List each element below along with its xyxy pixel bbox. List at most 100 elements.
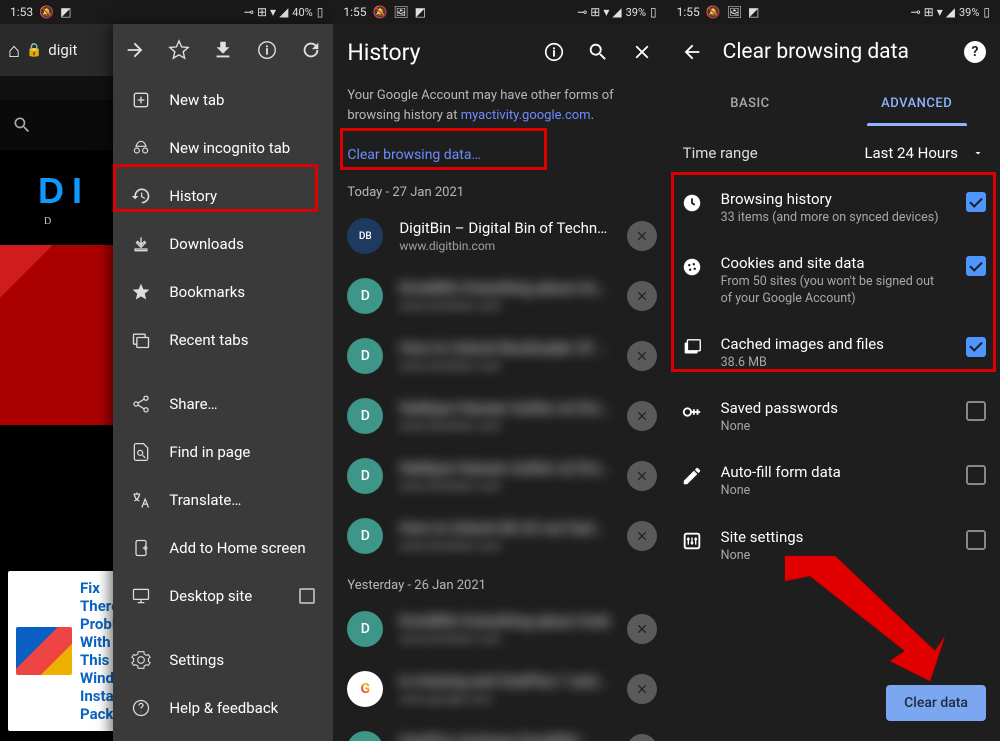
history-item-blurred[interactable]: D Sadique Hassan Author at Droidwww.droi… bbox=[333, 386, 666, 446]
status-time: 1:55 bbox=[343, 5, 366, 19]
section-today: Today - 27 Jan 2021 bbox=[333, 173, 666, 206]
checkbox-on[interactable] bbox=[966, 192, 986, 212]
menu-bookmarks[interactable]: Bookmarks bbox=[113, 268, 333, 316]
desktop-icon bbox=[131, 586, 151, 606]
cast-icon: ⊞ bbox=[257, 5, 267, 19]
row-autofill[interactable]: Auto-fill form dataNone bbox=[667, 449, 1000, 513]
history-notice: Your Google Account may have other forms… bbox=[333, 80, 666, 137]
row-sub: 38.6 MB bbox=[721, 355, 948, 371]
address-bar[interactable]: ⌂ 🔒 digit bbox=[0, 24, 113, 76]
desktop-site-checkbox[interactable] bbox=[299, 588, 315, 604]
menu-desktop-site[interactable]: Desktop site bbox=[113, 572, 333, 620]
signal-icon: ◢ bbox=[279, 5, 288, 19]
menu-find-in-page[interactable]: Find in page bbox=[113, 428, 333, 476]
myactivity-link[interactable]: myactivity.google.com bbox=[461, 108, 591, 123]
site-avatar: G bbox=[347, 671, 383, 707]
menu-label: Help & feedback bbox=[169, 699, 278, 717]
site-avatar: DB bbox=[347, 218, 383, 254]
gear-icon bbox=[131, 650, 151, 670]
history-item-blurred[interactable]: D How to Unlock Mi A3 via FastBootwww.dr… bbox=[333, 506, 666, 566]
section-yesterday: Yesterday - 26 Jan 2021 bbox=[333, 566, 666, 599]
delete-item-button[interactable] bbox=[627, 341, 657, 371]
battery-icon: ▯ bbox=[983, 5, 990, 19]
wifi-icon: ▾ bbox=[270, 5, 276, 19]
digitbin-logo: DI bbox=[0, 170, 113, 212]
home-icon[interactable]: ⌂ bbox=[8, 38, 20, 63]
info-icon[interactable] bbox=[256, 39, 278, 61]
close-icon[interactable] bbox=[631, 41, 653, 63]
clear-data-button[interactable]: Clear data bbox=[886, 685, 986, 721]
history-item[interactable]: DB DigitBin – Digital Bin of Technology … bbox=[333, 206, 666, 266]
history-item-blurred[interactable]: D DroidWin Everything about Andrwww.droi… bbox=[333, 599, 666, 659]
star-icon[interactable] bbox=[168, 39, 190, 61]
history-item-blurred[interactable]: D DroidWin Everything about Androwww.dro… bbox=[333, 266, 666, 326]
article-card[interactable]: Fix There is Problem With This Windows I… bbox=[8, 571, 121, 731]
history-item-blurred[interactable]: D Sadique Hassan Author at Droidwww.droi… bbox=[333, 446, 666, 506]
tab-advanced[interactable]: ADVANCED bbox=[833, 80, 1000, 126]
delete-item-button[interactable] bbox=[627, 461, 657, 491]
phone-1-menu: 1:53 🔕 ◩ ⊸ ⊞ ▾ ◢ 40% ▯ DI D Meet Goo bbox=[0, 0, 333, 741]
bell-off-icon: 🔕 bbox=[706, 5, 721, 19]
help-icon[interactable]: ? bbox=[964, 41, 986, 63]
help-icon bbox=[131, 698, 151, 718]
menu-add-home[interactable]: Add to Home screen bbox=[113, 524, 333, 572]
page-search-bar[interactable] bbox=[0, 100, 113, 150]
delete-item-button[interactable] bbox=[627, 614, 657, 644]
delete-item-button[interactable] bbox=[627, 221, 657, 251]
checkbox-off[interactable] bbox=[966, 401, 986, 421]
row-browsing-history[interactable]: Browsing history33 items (and more on sy… bbox=[667, 176, 1000, 240]
delete-item-button[interactable] bbox=[627, 734, 657, 741]
row-cookies[interactable]: Cookies and site dataFrom 50 sites (you … bbox=[667, 240, 1000, 321]
chrome-overflow-menu: New tab New incognito tab History Downlo… bbox=[113, 24, 333, 741]
search-icon[interactable] bbox=[587, 41, 609, 63]
row-cache[interactable]: Cached images and files38.6 MB bbox=[667, 321, 1000, 385]
wifi-icon: ▾ bbox=[937, 5, 943, 19]
forward-icon[interactable] bbox=[124, 39, 146, 61]
menu-history[interactable]: History bbox=[113, 172, 333, 220]
delete-item-button[interactable] bbox=[627, 281, 657, 311]
menu-label: Share… bbox=[169, 395, 217, 413]
tab-basic[interactable]: BASIC bbox=[667, 80, 834, 126]
site-avatar: D bbox=[347, 611, 383, 647]
menu-downloads[interactable]: Downloads bbox=[113, 220, 333, 268]
site-avatar: D bbox=[347, 731, 383, 741]
key-icon: ⊸ bbox=[911, 5, 921, 19]
clear-browsing-data-link[interactable]: Clear browsing data… bbox=[333, 137, 666, 173]
menu-settings[interactable]: Settings bbox=[113, 636, 333, 684]
history-item-blurred[interactable]: D How to Unlock Bootloader Of Drwww.droi… bbox=[333, 326, 666, 386]
row-site-settings[interactable]: Site settingsNone bbox=[667, 514, 1000, 578]
checkbox-on[interactable] bbox=[966, 337, 986, 357]
checkbox-on[interactable] bbox=[966, 256, 986, 276]
clear-data-header: Clear browsing data ? bbox=[667, 24, 1000, 80]
menu-new-incognito[interactable]: New incognito tab bbox=[113, 124, 333, 172]
download-icon[interactable] bbox=[212, 39, 234, 61]
checkbox-off[interactable] bbox=[966, 530, 986, 550]
reload-icon[interactable] bbox=[300, 39, 322, 61]
time-range-row[interactable]: Time range Last 24 Hours bbox=[667, 126, 1000, 176]
menu-label: Bookmarks bbox=[169, 283, 245, 301]
menu-new-tab[interactable]: New tab bbox=[113, 76, 333, 124]
site-avatar: D bbox=[347, 278, 383, 314]
history-item-blurred[interactable]: G Is missing and OnePlus 7 androidwww.go… bbox=[333, 659, 666, 719]
delete-item-button[interactable] bbox=[627, 674, 657, 704]
image-icon: 🖼 bbox=[393, 5, 408, 19]
menu-share[interactable]: Share… bbox=[113, 380, 333, 428]
menu-help[interactable]: Help & feedback bbox=[113, 684, 333, 732]
row-title: Auto-fill form data bbox=[721, 463, 948, 481]
history-header: History bbox=[333, 24, 666, 80]
info-icon[interactable] bbox=[543, 41, 565, 63]
hero-red-bg bbox=[0, 245, 113, 425]
checkbox-off[interactable] bbox=[966, 465, 986, 485]
menu-translate[interactable]: Translate… bbox=[113, 476, 333, 524]
status-bar: 1:55 🔕 🖼 ◩ ⊸ ⊞ ▾ ◢ 39% ▯ bbox=[333, 0, 666, 24]
delete-item-button[interactable] bbox=[627, 521, 657, 551]
menu-recent-tabs[interactable]: Recent tabs bbox=[113, 316, 333, 364]
back-icon[interactable] bbox=[681, 41, 703, 63]
row-passwords[interactable]: Saved passwordsNone bbox=[667, 385, 1000, 449]
menu-label: New incognito tab bbox=[169, 139, 290, 157]
history-item-blurred[interactable]: D OnePlus Archives DroidWindroidwin bbox=[333, 719, 666, 741]
find-icon bbox=[131, 442, 151, 462]
image-icon: 🖼 bbox=[727, 5, 742, 19]
row-sub: None bbox=[721, 419, 948, 435]
delete-item-button[interactable] bbox=[627, 401, 657, 431]
